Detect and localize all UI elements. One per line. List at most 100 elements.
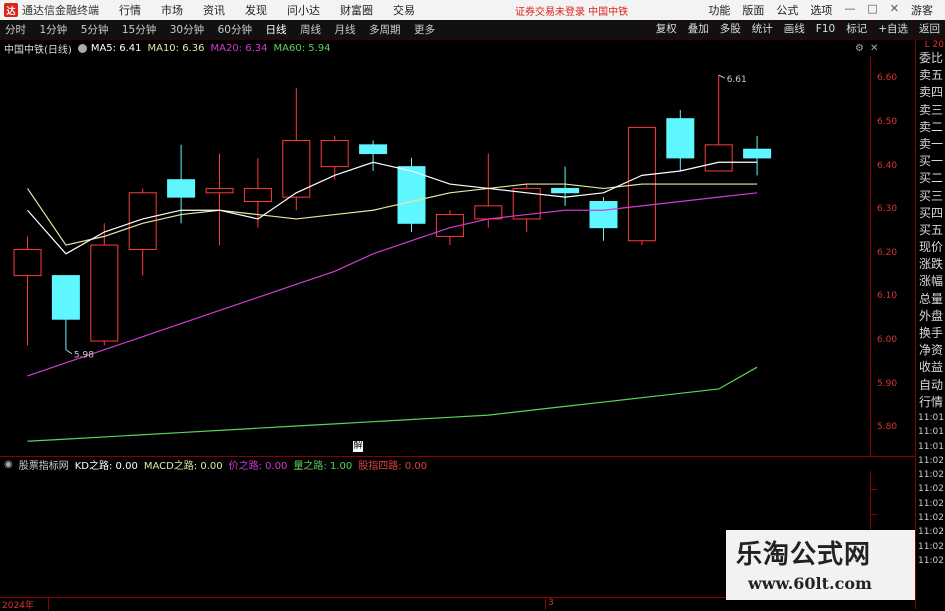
candle-body bbox=[666, 118, 695, 159]
side-label[interactable]: 行情 bbox=[916, 394, 945, 411]
main-menu: 行情 市场 资讯 发现 问小达 财富圈 交易 bbox=[109, 2, 425, 18]
tool-add-watchlist[interactable]: +自选 bbox=[872, 20, 913, 39]
menu-item-formula[interactable]: 公式 bbox=[770, 2, 804, 18]
tool-f10[interactable]: F10 bbox=[809, 20, 840, 39]
tab-daily[interactable]: 日线 bbox=[261, 24, 292, 36]
tab-weekly[interactable]: 周线 bbox=[295, 24, 326, 36]
side-time: 11:02 bbox=[918, 498, 944, 509]
price-tick-label: 6.50 bbox=[877, 117, 898, 128]
low-arrow bbox=[65, 349, 73, 355]
tab-multi-period[interactable]: 多周期 bbox=[364, 24, 406, 36]
low-label: 5.98 bbox=[74, 351, 94, 361]
tab-15min[interactable]: 15分钟 bbox=[117, 24, 161, 36]
tool-overlay[interactable]: 叠加 bbox=[681, 20, 714, 39]
tool-stats[interactable]: 统计 bbox=[745, 20, 778, 39]
kline-chart[interactable]: 6.61 5.98 bbox=[0, 56, 870, 456]
guest-button[interactable]: 游客 bbox=[905, 2, 939, 18]
price-tick-label: 6.20 bbox=[877, 247, 898, 258]
eye-icon[interactable]: ◉ bbox=[4, 459, 13, 470]
menu-item-news[interactable]: 资讯 bbox=[193, 2, 235, 18]
side-labels: 委比 卖五 卖四 卖三 卖二 卖一 买一 买二 买三 买四 买五 现价 涨跌 涨幅 总量 外盘 换手 净资 收益 自动… bbox=[916, 50, 945, 411]
side-time: 11:02 bbox=[918, 527, 944, 538]
menu-item-trade[interactable]: 交易 bbox=[383, 2, 425, 18]
event-marker[interactable]: 解 bbox=[353, 441, 363, 452]
side-label[interactable]: 自动 bbox=[916, 377, 945, 394]
month-label: 3 bbox=[548, 598, 554, 608]
candle-body bbox=[743, 148, 772, 159]
side-panel-header: L 20 bbox=[924, 40, 944, 50]
eye-icon[interactable] bbox=[77, 43, 87, 53]
side-label: 涨跌 bbox=[919, 257, 944, 272]
side-label: 收益 bbox=[919, 360, 944, 375]
settings-icon[interactable]: ⚙ bbox=[855, 43, 864, 54]
indicator-bar: ◉ 股票指标网 KD之路: 0.00 MACD之路: 0.00 价之路: 0.0… bbox=[0, 457, 915, 472]
candle-body bbox=[551, 187, 580, 194]
app-logo-icon: 达 bbox=[4, 3, 18, 17]
tab-60min[interactable]: 60分钟 bbox=[213, 24, 257, 36]
tab-1min[interactable]: 1分钟 bbox=[35, 24, 73, 36]
side-time: 11:02 bbox=[918, 484, 944, 495]
side-label: 卖四 bbox=[919, 85, 944, 100]
maximize-icon[interactable]: □ bbox=[861, 2, 883, 18]
candle-body bbox=[474, 205, 503, 220]
candle-body bbox=[359, 144, 388, 155]
login-status: 证券交易未登录 中国中铁 bbox=[515, 6, 629, 18]
menu-item-market[interactable]: 市场 bbox=[151, 2, 193, 18]
candle-body bbox=[704, 144, 733, 172]
side-times: 11:01 11:01 11:01 11:02 11:02 11:02 11:02 11:02… bbox=[916, 411, 945, 568]
side-time: 11:02 bbox=[918, 555, 944, 566]
kline-svg: 6.61 5.98 bbox=[13, 74, 772, 442]
quote-side-panel: L 20 委比 卖五 卖四 卖三 卖二 卖一 买一 买二 买三 买四 买五 现价 涨跌 涨幅 总量 外盘 换手净… bbox=[915, 40, 945, 609]
side-label: 委比 bbox=[919, 51, 944, 65]
tab-5min[interactable]: 5分钟 bbox=[76, 24, 114, 36]
side-label: 买三 bbox=[919, 188, 944, 203]
side-label: 换手 bbox=[919, 326, 944, 340]
tab-monthly[interactable]: 月线 bbox=[330, 24, 361, 36]
tool-back[interactable]: 返回 bbox=[913, 20, 945, 39]
side-label: 买五 bbox=[919, 222, 944, 237]
tab-30min[interactable]: 30分钟 bbox=[165, 24, 209, 36]
ma5-label: MA5: 6.41 bbox=[90, 42, 142, 54]
watermark: 乐淘公式网 www.60lt.com bbox=[726, 530, 915, 600]
side-label: 买二 bbox=[919, 171, 944, 186]
side-label: 总量 bbox=[919, 291, 944, 306]
candle-body bbox=[167, 179, 196, 198]
close-chart-icon[interactable]: ✕ bbox=[870, 43, 878, 54]
tab-more[interactable]: 更多 bbox=[409, 24, 440, 36]
candle-body bbox=[320, 139, 349, 168]
period-tabs: 分时 1分钟 5分钟 15分钟 30分钟 60分钟 日线 周线 月线 多周期 更… bbox=[0, 22, 440, 37]
indicator-vol: 量之路: 1.00 bbox=[293, 460, 353, 472]
side-label: 买一 bbox=[919, 154, 944, 169]
side-time: 11:01 bbox=[918, 427, 944, 438]
app-name: 通达信金融终端 bbox=[22, 4, 99, 17]
menu-item-options[interactable]: 选项 bbox=[804, 2, 838, 18]
side-time: 11:01 bbox=[918, 441, 944, 452]
menu-item-ask[interactable]: 问小达 bbox=[277, 2, 330, 18]
high-arrow bbox=[718, 74, 725, 79]
ma60-line bbox=[27, 366, 758, 442]
menu-item-wealth[interactable]: 财富圈 bbox=[330, 2, 383, 18]
menu-item-layout[interactable]: 版面 bbox=[736, 2, 770, 18]
price-axis: 6.60 6.50 6.40 6.30 6.20 6.10 6.00 5.90 5.80 bbox=[870, 56, 916, 456]
menu-item-quotes[interactable]: 行情 bbox=[109, 2, 151, 18]
minimize-icon[interactable]: — bbox=[838, 2, 861, 18]
menu-item-function[interactable]: 功能 bbox=[702, 2, 736, 18]
side-label: 外盘 bbox=[919, 308, 944, 323]
tab-timeshare[interactable]: 分时 bbox=[0, 24, 31, 36]
candle-body bbox=[13, 248, 42, 277]
watermark-url: www.60lt.com bbox=[748, 574, 872, 593]
candle-body bbox=[589, 201, 618, 229]
side-label: 净资 bbox=[919, 343, 944, 358]
side-time: 11:02 bbox=[918, 513, 944, 524]
tool-mark[interactable]: 标记 bbox=[840, 20, 872, 39]
title-bar: 达 通达信金融终端 行情 市场 资讯 发现 问小达 财富圈 交易 证券交易未登录… bbox=[0, 0, 945, 20]
side-label: 买四 bbox=[919, 205, 944, 220]
side-time: 11:02 bbox=[918, 541, 944, 552]
tool-draw[interactable]: 画线 bbox=[777, 20, 810, 39]
menu-item-discover[interactable]: 发现 bbox=[235, 2, 277, 18]
close-icon[interactable]: ✕ bbox=[884, 2, 905, 18]
ma10-label: MA10: 6.36 bbox=[147, 42, 205, 54]
tool-multi-stock[interactable]: 多股 bbox=[713, 20, 746, 39]
tool-adjust[interactable]: 复权 bbox=[649, 20, 682, 39]
date-divider bbox=[545, 598, 546, 610]
